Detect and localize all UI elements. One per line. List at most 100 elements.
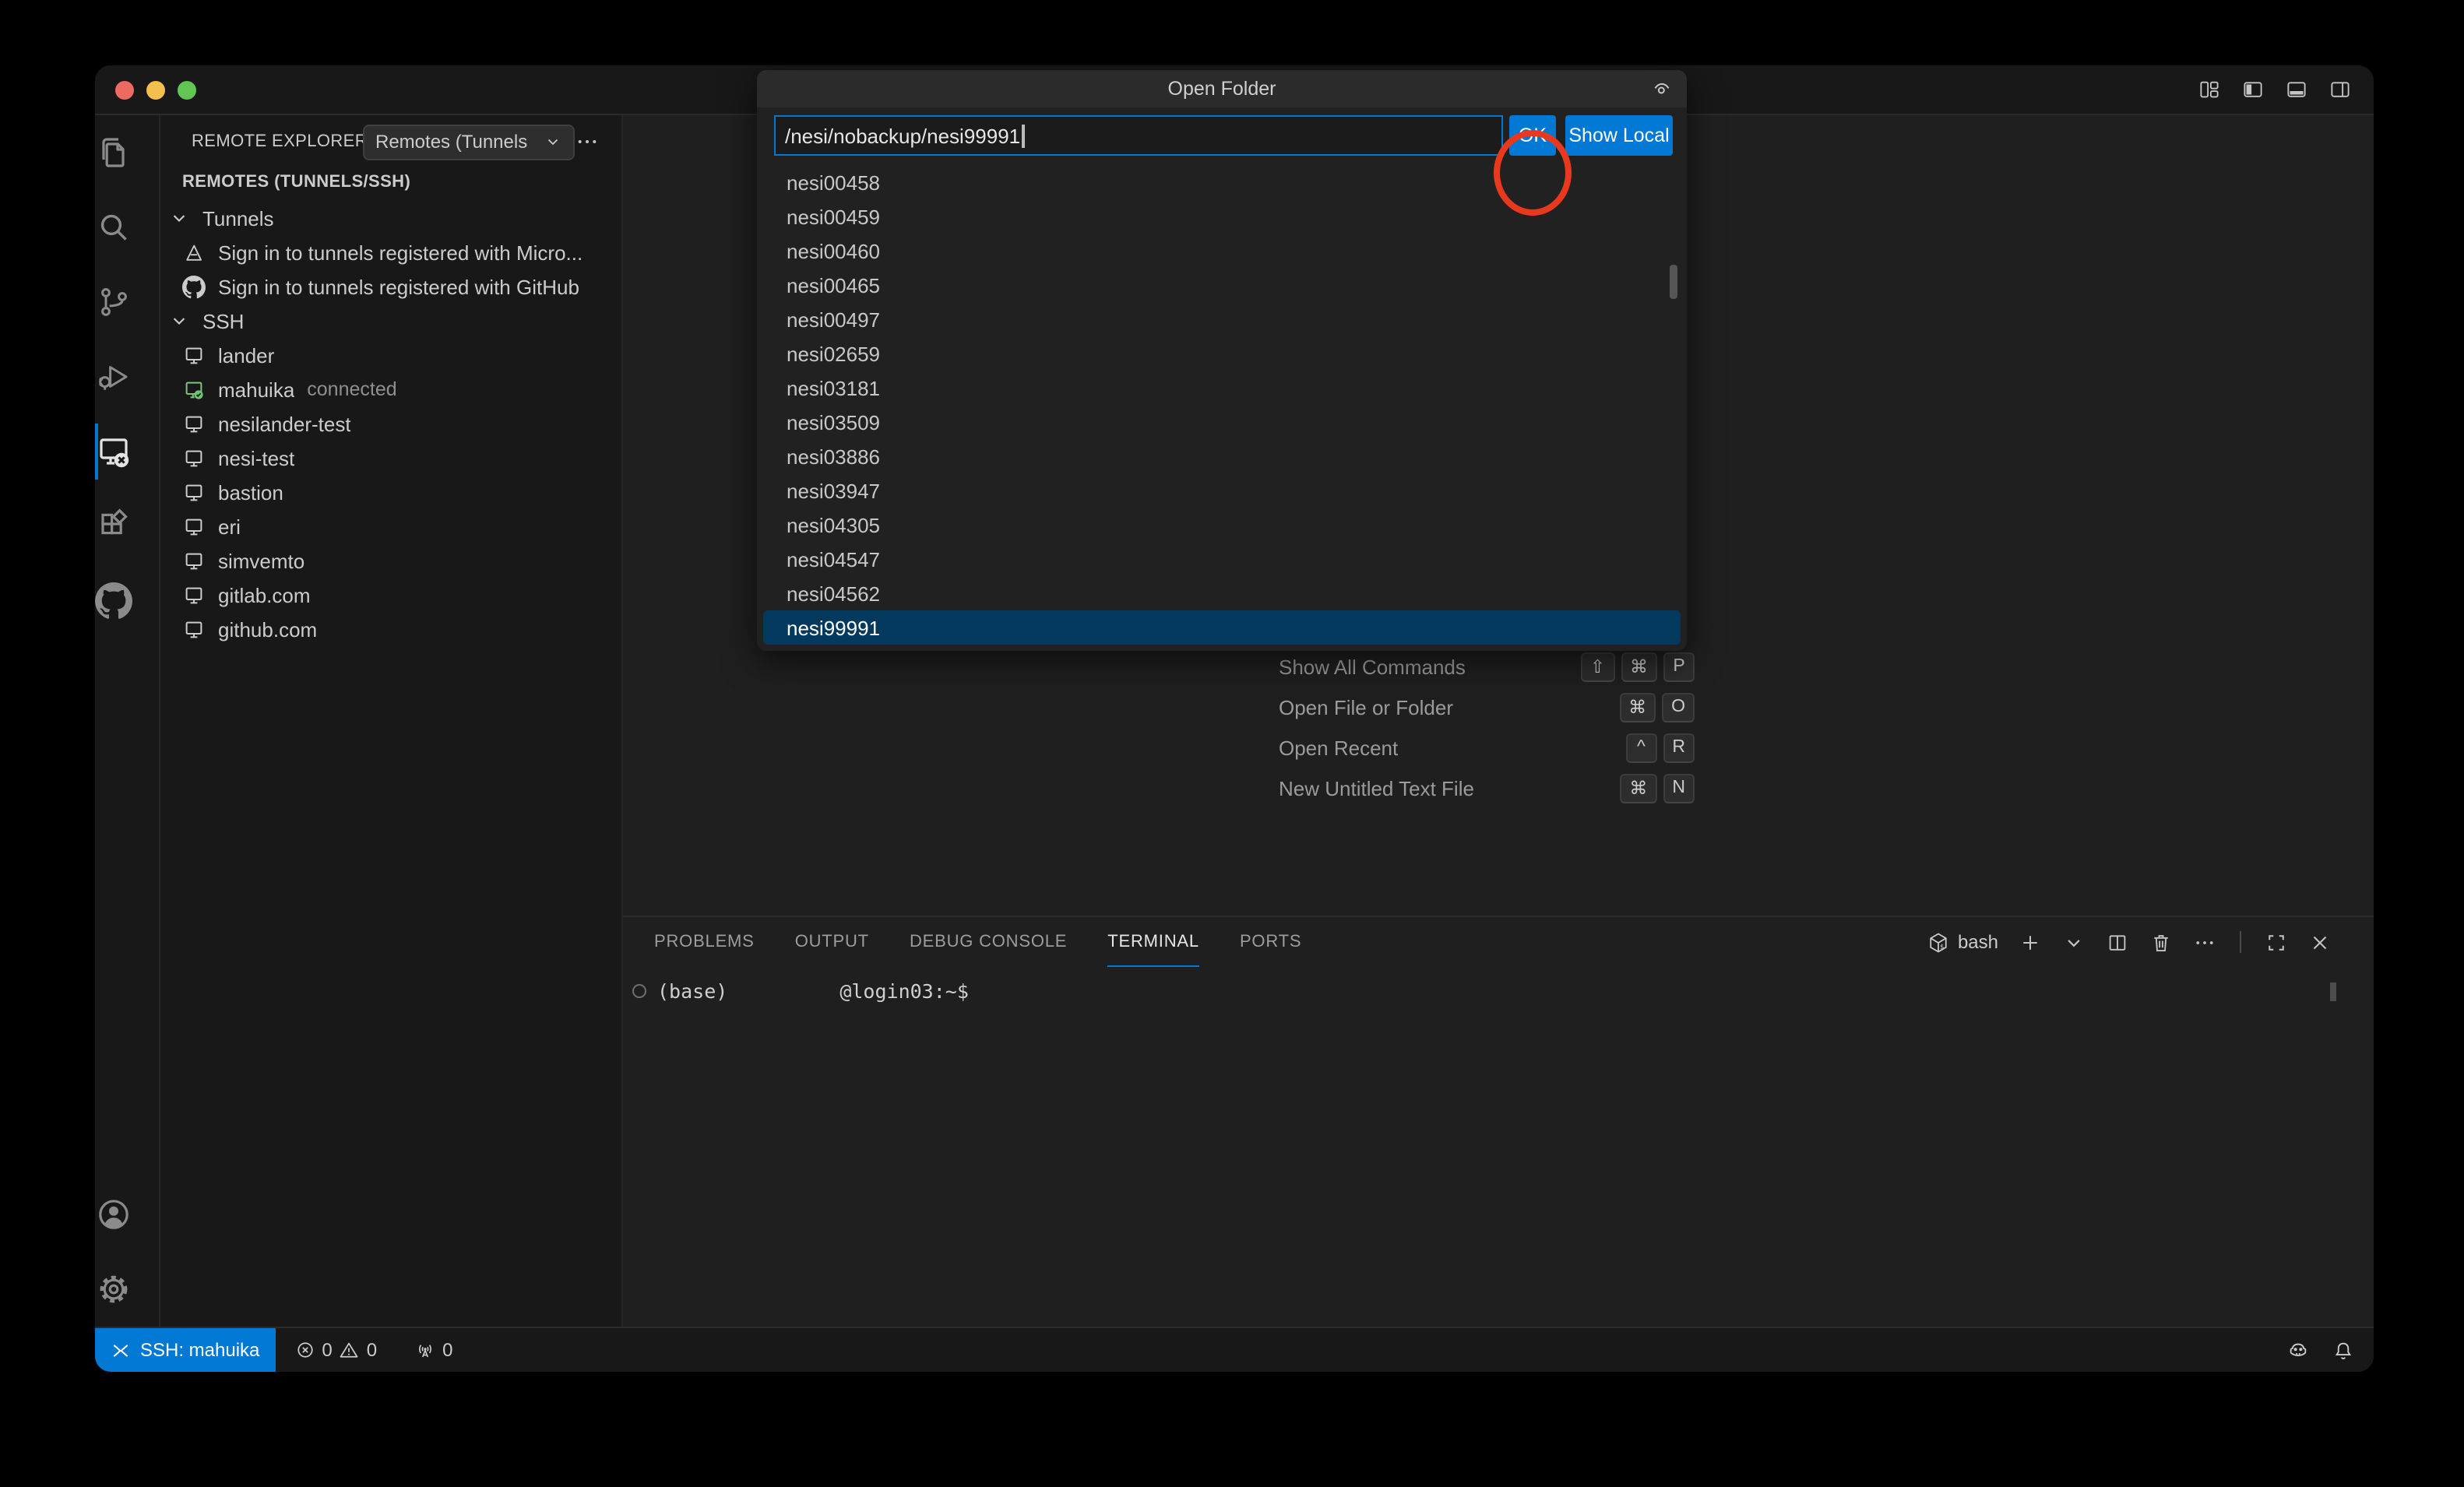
sidebar-more-actions-button[interactable] (570, 125, 604, 159)
folder-path-input[interactable]: /nesi/nobackup/nesi99991 (774, 115, 1503, 156)
panel-tab[interactable]: OUTPUT (795, 918, 869, 966)
toggle-panel-button[interactable] (2285, 78, 2308, 101)
settings-item[interactable] (95, 1252, 132, 1327)
error-icon (294, 1339, 315, 1361)
tree-item[interactable]: lander (160, 338, 621, 372)
trash-icon (2149, 930, 2173, 954)
command-decoration-icon[interactable] (632, 984, 646, 998)
accounts-item[interactable] (95, 1177, 132, 1252)
problems-status[interactable]: 0 0 (294, 1339, 377, 1361)
folder-option[interactable]: nesi00458 (757, 165, 1687, 199)
terminal-more-actions-button[interactable] (2193, 930, 2216, 954)
folder-option[interactable]: nesi00465 (757, 268, 1687, 302)
panel-tab[interactable]: TERMINAL (1107, 918, 1199, 966)
tree-item[interactable]: eri (160, 509, 621, 543)
explorer-activity-item[interactable] (95, 115, 132, 190)
keycap: O (1662, 692, 1695, 722)
watermark-shortcut-row[interactable]: Open File or Folder ⌘O (1279, 687, 1695, 727)
folder-option[interactable]: nesi99991 (763, 610, 1681, 645)
close-window-button[interactable] (115, 80, 134, 99)
terminal-scrollbar[interactable] (2330, 983, 2336, 1001)
terminal-launch-profile-button[interactable] (2062, 930, 2086, 954)
folder-option[interactable]: nesi04305 (757, 508, 1687, 542)
vm-icon (182, 515, 206, 538)
toggle-primary-sidebar-button[interactable] (2241, 78, 2265, 101)
folder-option[interactable]: nesi04562 (757, 576, 1687, 610)
tree-item[interactable]: mahuika connected (160, 372, 621, 406)
folder-option[interactable]: nesi03509 (757, 405, 1687, 439)
folder-option[interactable]: nesi04547 (757, 542, 1687, 576)
github-activity-item[interactable] (95, 564, 132, 638)
keycap: P (1663, 652, 1695, 681)
kill-terminal-button[interactable] (2149, 930, 2173, 954)
customize-layout-button[interactable] (2198, 78, 2221, 101)
screen: REMOTE EXPLORER Remotes (Tunnels REMOTES… (0, 0, 2464, 1487)
folder-option[interactable]: nesi00460 (757, 234, 1687, 268)
ellipsis-icon (2193, 930, 2216, 954)
extensions-activity-item[interactable] (95, 489, 132, 564)
folder-option[interactable]: nesi03947 (757, 473, 1687, 508)
remote-indicator[interactable]: SSH: mahuika (95, 1328, 275, 1372)
tree-item[interactable]: SSH (160, 304, 621, 338)
tree-item[interactable]: bastion (160, 475, 621, 509)
dialog-input-row: /nesi/nobackup/nesi99991 OK Show Local (757, 107, 1687, 165)
remote-explorer-activity-item[interactable] (95, 414, 132, 489)
search-icon (95, 209, 132, 246)
bell-icon[interactable] (2332, 1338, 2355, 1362)
vm-icon (182, 446, 206, 469)
keycap: ⌘ (1621, 652, 1657, 681)
panel-tab[interactable]: PROBLEMS (654, 918, 755, 966)
layout-sidebar-left-icon (2241, 78, 2265, 101)
minimize-window-button[interactable] (146, 80, 165, 99)
folder-option[interactable]: nesi00497 (757, 302, 1687, 336)
vm-icon (182, 549, 206, 572)
tree-item[interactable]: gitlab.com (160, 578, 621, 612)
dialog-scrollbar[interactable] (1670, 265, 1677, 299)
close-panel-button[interactable] (2308, 930, 2332, 954)
search-activity-item[interactable] (95, 190, 132, 265)
vm-icon (182, 583, 206, 606)
ok-button[interactable]: OK (1509, 115, 1556, 156)
tree-item[interactable]: Sign in to tunnels registered with GitHu… (160, 269, 621, 304)
sidebar-header: REMOTE EXPLORER Remotes (Tunnels (160, 121, 621, 162)
remote-view-dropdown[interactable]: Remotes (Tunnels (363, 124, 575, 160)
copilot-icon[interactable] (2286, 1338, 2310, 1362)
panel-tab[interactable]: DEBUG CONSOLE (910, 918, 1067, 966)
tree-item[interactable]: simvemto (160, 543, 621, 578)
zoom-window-button[interactable] (178, 80, 196, 99)
folder-option[interactable]: nesi03886 (757, 439, 1687, 473)
tree-item[interactable]: Sign in to tunnels registered with Micro… (160, 235, 621, 269)
watermark-shortcut-row[interactable]: New Untitled Text File ⌘N (1279, 768, 1695, 808)
source-control-activity-item[interactable] (95, 265, 132, 339)
keycap: ^ (1625, 733, 1656, 762)
tree-item[interactable]: Tunnels (160, 201, 621, 235)
folder-option[interactable]: nesi00459 (757, 199, 1687, 234)
folder-options-list: nesi00458nesi00459nesi00460nesi00465nesi… (757, 165, 1687, 651)
keybinding: ^R (1625, 733, 1695, 762)
tree-item[interactable]: github.com (160, 612, 621, 646)
terminal-view[interactable]: (base) @login03:~$ (623, 967, 2374, 1327)
show-local-button[interactable]: Show Local (1565, 115, 1673, 156)
traffic-lights (95, 80, 196, 99)
watermark-shortcut-row[interactable]: Open Recent ^R (1279, 727, 1695, 768)
folder-option[interactable]: nesi02659 (757, 336, 1687, 371)
folder-option[interactable]: nesi03181 (757, 371, 1687, 405)
tree-item[interactable]: nesilander-test (160, 406, 621, 441)
azure-icon (182, 241, 206, 264)
toggle-secondary-sidebar-button[interactable] (2328, 78, 2352, 101)
keybinding: ⌘O (1619, 692, 1695, 722)
tree-item[interactable]: nesi-test (160, 441, 621, 475)
eye-icon[interactable] (1649, 76, 1674, 101)
ports-count: 0 (442, 1339, 452, 1361)
terminal-shell-selector[interactable]: bash (1927, 930, 1998, 954)
chevron-down-icon (168, 310, 190, 332)
panel-tab[interactable]: PORTS (1240, 918, 1301, 966)
maximize-panel-button[interactable] (2265, 930, 2288, 954)
watermark-shortcut-row[interactable]: Show All Commands ⇧⌘P (1279, 646, 1695, 687)
ports-status[interactable]: 0 (414, 1339, 452, 1361)
open-folder-dialog: Open Folder /nesi/nobackup/nesi99991 OK … (757, 70, 1687, 651)
split-terminal-button[interactable] (2106, 930, 2129, 954)
new-terminal-button[interactable] (2019, 930, 2042, 954)
run-debug-activity-item[interactable] (95, 339, 132, 414)
debug-icon (95, 358, 132, 395)
